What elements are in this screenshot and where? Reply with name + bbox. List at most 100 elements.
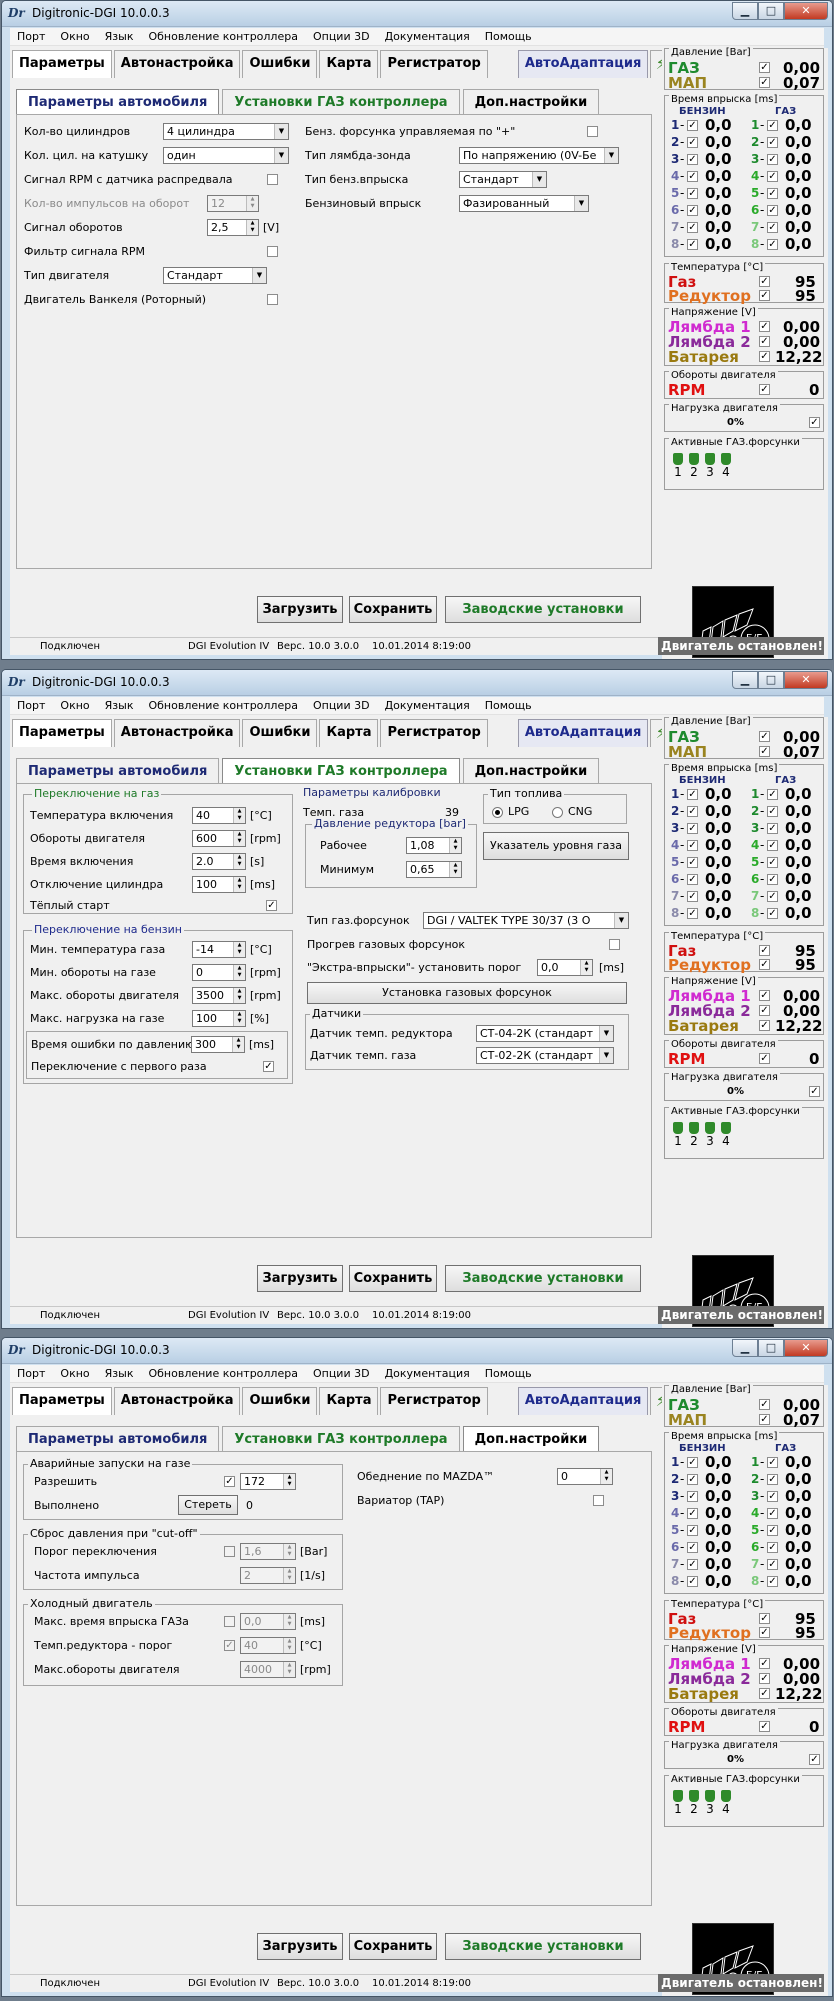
close-button[interactable]: ✕: [784, 2, 828, 20]
petrol-injection-checkbox[interactable]: ✓: [687, 188, 698, 199]
rpm-signal-stepper[interactable]: 2,5 ▲ ▼: [207, 219, 259, 236]
min-gas-rpm-stepper[interactable]: 0 ▲ ▼: [192, 964, 246, 981]
threshold-stepper[interactable]: 1,6 ▲ ▼: [240, 1543, 296, 1560]
petrol-injection-checkbox[interactable]: ✓: [687, 1542, 698, 1553]
battery-checkbox[interactable]: ✓: [759, 1020, 770, 1031]
minimize-button[interactable]: ▁: [732, 2, 758, 20]
gas-injection-checkbox[interactable]: ✓: [767, 222, 778, 233]
pressure-map-checkbox[interactable]: ✓: [759, 746, 770, 757]
wankel-checkbox[interactable]: [267, 294, 278, 305]
gas-injection-checkbox[interactable]: ✓: [767, 1474, 778, 1485]
close-button[interactable]: ✕: [784, 671, 828, 689]
gas-injection-checkbox[interactable]: ✓: [767, 1576, 778, 1587]
title-bar[interactable]: Dr Digitronic-DGI 10.0.0.3 ▁ □ ✕: [2, 670, 832, 696]
tab-autotune[interactable]: Автонастройка: [113, 1387, 241, 1415]
tab-autoadaptation[interactable]: АвтоАдаптация: [517, 50, 649, 78]
gas-injection-checkbox[interactable]: ✓: [767, 857, 778, 868]
petrol-type-select[interactable]: Стандарт ▼: [459, 171, 547, 188]
battery-checkbox[interactable]: ✓: [759, 351, 770, 362]
max-gas-load-stepper[interactable]: 100 ▲ ▼: [192, 1010, 246, 1027]
gas-level-indicator-button[interactable]: Указатель уровня газа: [483, 832, 629, 860]
load-button[interactable]: Загрузить: [257, 1933, 343, 1960]
lambda2-checkbox[interactable]: ✓: [759, 336, 770, 347]
load-checkbox[interactable]: ✓: [809, 1086, 820, 1097]
subtab-vehicle-params[interactable]: Параметры автомобиля: [16, 1426, 220, 1452]
menu-window[interactable]: Окно: [53, 1365, 97, 1382]
tab-errors[interactable]: Ошибки: [242, 719, 318, 747]
allow-checkbox[interactable]: ✓: [224, 1476, 235, 1487]
tab-recorder[interactable]: Регистратор: [380, 719, 488, 747]
petrol-injection-checkbox[interactable]: ✓: [687, 205, 698, 216]
petrol-injection-checkbox[interactable]: ✓: [687, 120, 698, 131]
menu-update-controller[interactable]: Обновление контроллера: [141, 1365, 306, 1382]
pressure-error-stepper[interactable]: 300 ▲ ▼: [191, 1036, 245, 1053]
gas-sensor-select[interactable]: СТ-02-2К (стандарт ▼: [476, 1047, 614, 1064]
pressure-map-checkbox[interactable]: ✓: [759, 1414, 770, 1425]
tab-errors[interactable]: Ошибки: [242, 1387, 318, 1415]
subtab-extra-settings[interactable]: Доп.настройки: [462, 758, 600, 784]
tab-parameters[interactable]: Параметры: [12, 50, 112, 78]
menu-update-controller[interactable]: Обновление контроллера: [141, 28, 306, 45]
petrol-injection-checkbox[interactable]: ✓: [687, 874, 698, 885]
petrol-injection-checkbox[interactable]: ✓: [687, 222, 698, 233]
pulse-freq-stepper[interactable]: 2 ▲ ▼: [240, 1567, 296, 1584]
gas-injection-checkbox[interactable]: ✓: [767, 205, 778, 216]
gas-injection-checkbox[interactable]: ✓: [767, 188, 778, 199]
petrol-injection-checkbox[interactable]: ✓: [687, 857, 698, 868]
tab-map[interactable]: Карта: [319, 50, 379, 78]
petrol-injection-checkbox[interactable]: ✓: [687, 1508, 698, 1519]
cng-radio[interactable]: [552, 807, 563, 818]
gas-injection-checkbox[interactable]: ✓: [767, 1457, 778, 1468]
tab-parameters[interactable]: Параметры: [12, 1387, 112, 1415]
petrol-injection-checkbox[interactable]: ✓: [687, 1559, 698, 1570]
lambda1-checkbox[interactable]: ✓: [759, 321, 770, 332]
temp-gas-checkbox[interactable]: ✓: [759, 276, 770, 287]
tab-autoadaptation[interactable]: АвтоАдаптация: [517, 719, 649, 747]
battery-checkbox[interactable]: ✓: [759, 1688, 770, 1699]
maximize-button[interactable]: □: [758, 1339, 784, 1357]
gas-injection-checkbox[interactable]: ✓: [767, 840, 778, 851]
pressure-gas-checkbox[interactable]: ✓: [759, 62, 770, 73]
coil-select[interactable]: один ▼: [163, 147, 289, 164]
mazda-stepper[interactable]: 0 ▲ ▼: [557, 1468, 613, 1485]
lambda2-checkbox[interactable]: ✓: [759, 1673, 770, 1684]
subtab-vehicle-params[interactable]: Параметры автомобиля: [16, 758, 220, 784]
rpm-cam-checkbox[interactable]: [267, 174, 278, 185]
gas-injection-checkbox[interactable]: ✓: [767, 239, 778, 250]
pressure-gas-checkbox[interactable]: ✓: [759, 1399, 770, 1410]
title-bar[interactable]: Dr Digitronic-DGI 10.0.0.3 ▁ □ ✕: [2, 1338, 832, 1364]
subtab-gas-controller[interactable]: Установки ГАЗ контроллера: [222, 89, 460, 115]
max-engine-rpm-cold-stepper[interactable]: 4000 ▲ ▼: [240, 1661, 296, 1678]
subtab-vehicle-params[interactable]: Параметры автомобиля: [16, 89, 220, 115]
menu-port[interactable]: Порт: [10, 697, 53, 714]
petrol-injection-checkbox[interactable]: ✓: [687, 789, 698, 800]
temp-reducer-checkbox[interactable]: ✓: [759, 290, 770, 301]
menu-3d-options[interactable]: Опции 3D: [306, 1365, 378, 1382]
tab-recorder[interactable]: Регистратор: [380, 50, 488, 78]
first-switch-checkbox[interactable]: ✓: [263, 1061, 274, 1072]
menu-window[interactable]: Окно: [53, 697, 97, 714]
menu-update-controller[interactable]: Обновление контроллера: [141, 697, 306, 714]
max-gas-inj-checkbox[interactable]: [224, 1616, 235, 1627]
menu-documentation[interactable]: Документация: [378, 28, 478, 45]
menu-help[interactable]: Помощь: [478, 28, 540, 45]
gas-injection-checkbox[interactable]: ✓: [767, 154, 778, 165]
subtab-gas-controller[interactable]: Установки ГАЗ контроллера: [222, 758, 460, 784]
minimize-button[interactable]: ▁: [732, 671, 758, 689]
save-button[interactable]: Сохранить: [349, 1265, 437, 1292]
gas-injection-checkbox[interactable]: ✓: [767, 1491, 778, 1502]
factory-settings-button[interactable]: Заводские установки: [445, 1265, 641, 1292]
save-button[interactable]: Сохранить: [349, 596, 437, 623]
petrol-injection-checkbox[interactable]: ✓: [687, 908, 698, 919]
close-button[interactable]: ✕: [784, 1339, 828, 1357]
erase-button[interactable]: Стереть: [178, 1495, 238, 1515]
subtab-extra-settings[interactable]: Доп.настройки: [462, 89, 600, 115]
menu-port[interactable]: Порт: [10, 1365, 53, 1382]
save-button[interactable]: Сохранить: [349, 1933, 437, 1960]
threshold-checkbox[interactable]: [224, 1546, 235, 1557]
lambda2-checkbox[interactable]: ✓: [759, 1005, 770, 1016]
tab-errors[interactable]: Ошибки: [242, 50, 318, 78]
pressure-map-checkbox[interactable]: ✓: [759, 77, 770, 88]
petrol-injection-checkbox[interactable]: ✓: [687, 1474, 698, 1485]
gas-injection-checkbox[interactable]: ✓: [767, 891, 778, 902]
